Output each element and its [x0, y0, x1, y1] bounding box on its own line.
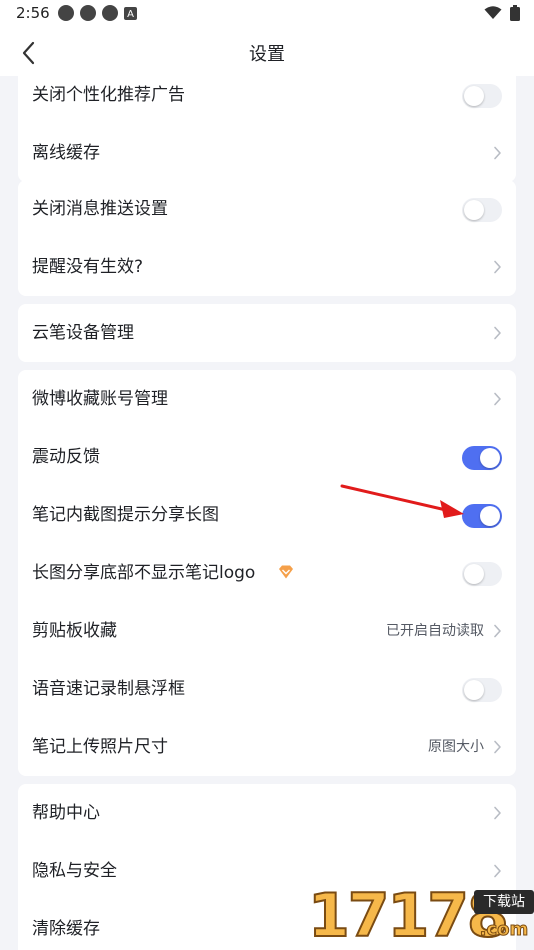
settings-row[interactable]: 关闭个性化推荐广告: [18, 76, 516, 124]
settings-card: 关闭消息推送设置 提醒没有生效?: [18, 180, 516, 296]
status-notification-icons: A: [58, 5, 137, 21]
chevron-right-icon: [494, 146, 501, 160]
chevron-right-icon: [494, 740, 501, 754]
status-time: 2:56: [16, 4, 50, 22]
settings-row-label: 微博收藏账号管理: [32, 389, 168, 409]
settings-row[interactable]: 提醒没有生效?: [18, 238, 516, 296]
diamond-vip-icon: [279, 565, 293, 579]
settings-row-label: 离线缓存: [32, 143, 100, 163]
watermark-badge: 下载站: [474, 890, 534, 914]
annotation-arrow-icon: [340, 484, 464, 518]
settings-row[interactable]: 剪贴板收藏 已开启自动读取: [18, 602, 516, 660]
page-title: 设置: [249, 44, 285, 65]
toggle-knob: [464, 680, 484, 700]
settings-row-value: 原图大小: [428, 739, 484, 755]
settings-row-label: 隐私与安全: [32, 861, 117, 881]
wifi-icon: [484, 6, 502, 19]
settings-row[interactable]: 笔记上传照片尺寸 原图大小: [18, 718, 516, 776]
toggle-switch[interactable]: [462, 504, 502, 528]
toggle-knob: [480, 506, 500, 526]
settings-row-value: 已开启自动读取: [386, 623, 484, 639]
status-bar: 2:56 A: [0, 0, 534, 28]
status-system-icons: [484, 5, 520, 21]
settings-row-label: 笔记内截图提示分享长图: [32, 505, 219, 525]
site-watermark: 17178 下载站 .com: [307, 882, 534, 950]
settings-row-label: 笔记上传照片尺寸: [32, 737, 168, 757]
battery-icon: [510, 5, 520, 21]
settings-row-label: 剪贴板收藏: [32, 621, 117, 641]
watermark-suffix: .com: [479, 919, 529, 941]
settings-row[interactable]: 帮助中心: [18, 784, 516, 842]
settings-row-label: 清除缓存: [32, 919, 100, 939]
notification-a-icon: A: [124, 7, 137, 20]
settings-row[interactable]: 云笔设备管理: [18, 304, 516, 362]
toggle-knob: [464, 86, 484, 106]
settings-row-label: 云笔设备管理: [32, 323, 134, 343]
app-header: 设置: [0, 28, 534, 76]
settings-row-label: 关闭个性化推荐广告: [32, 85, 185, 105]
chevron-right-icon: [494, 392, 501, 406]
settings-row[interactable]: 微博收藏账号管理: [18, 370, 516, 428]
settings-row[interactable]: 离线缓存: [18, 124, 516, 182]
settings-card: 关闭个性化推荐广告 离线缓存: [18, 76, 516, 182]
settings-row-label: 语音速记录制悬浮框: [32, 679, 185, 699]
settings-row-label: 提醒没有生效?: [32, 257, 144, 277]
notification-icon: [102, 5, 118, 21]
toggle-switch[interactable]: [462, 84, 502, 108]
chevron-right-icon: [494, 864, 501, 878]
settings-row-label: 帮助中心: [32, 803, 100, 823]
settings-row[interactable]: 长图分享底部不显示笔记logo: [18, 544, 516, 602]
chevron-right-icon: [494, 624, 501, 638]
settings-row[interactable]: 关闭消息推送设置: [18, 180, 516, 238]
settings-card: 云笔设备管理: [18, 304, 516, 362]
settings-card: 微博收藏账号管理 震动反馈笔记内截图提示分享长图长图分享底部不显示笔记logo 剪贴…: [18, 370, 516, 776]
toggle-switch[interactable]: [462, 562, 502, 586]
settings-row[interactable]: 震动反馈: [18, 428, 516, 486]
settings-row-label: 震动反馈: [32, 447, 100, 467]
chevron-right-icon: [494, 326, 501, 340]
toggle-knob: [480, 448, 500, 468]
notification-icon: [58, 5, 74, 21]
toggle-switch[interactable]: [462, 198, 502, 222]
toggle-switch[interactable]: [462, 678, 502, 702]
settings-row-label: 关闭消息推送设置: [32, 199, 168, 219]
toggle-knob: [464, 200, 484, 220]
toggle-switch[interactable]: [462, 446, 502, 470]
chevron-right-icon: [494, 806, 501, 820]
toggle-knob: [464, 564, 484, 584]
settings-row[interactable]: 语音速记录制悬浮框: [18, 660, 516, 718]
notification-icon: [80, 5, 96, 21]
chevron-right-icon: [494, 260, 501, 274]
settings-row-label: 长图分享底部不显示笔记logo: [32, 563, 256, 583]
